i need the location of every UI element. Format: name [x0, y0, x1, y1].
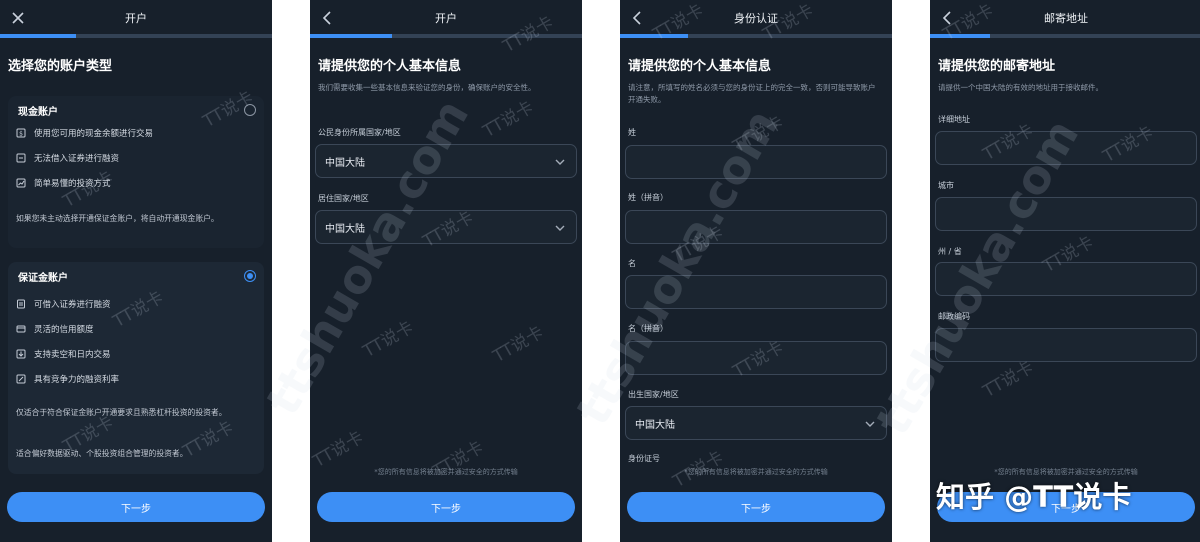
birth-country-select[interactable]: 中国大陆: [625, 406, 887, 440]
margin-account-title: 保证金账户: [18, 273, 68, 284]
top-bar: 开户: [310, 0, 582, 36]
top-bar: 邮寄地址: [930, 0, 1200, 36]
security-note: *您的所有信息将被加密并通过安全的方式传输: [684, 468, 828, 476]
back-icon[interactable]: [628, 8, 648, 28]
feature-item: 具有竞争力的融资利率: [16, 373, 119, 385]
progress-bar: [620, 34, 892, 38]
section-heading: 请提供您的个人基本信息: [318, 59, 462, 74]
back-icon[interactable]: [318, 8, 338, 28]
back-icon[interactable]: [938, 8, 958, 28]
field-label: 名: [628, 259, 636, 268]
top-bar: 身份认证: [620, 0, 892, 36]
cash-account-title: 现金账户: [18, 107, 58, 118]
cash-account-card[interactable]: 现金账户 $ 使用您可用的现金余额进行交易 无法借入证券进行融资 简单易懂的投资…: [8, 96, 264, 248]
next-button[interactable]: 下一步: [627, 492, 885, 522]
document-icon: [17, 299, 25, 309]
field-label: 身份证号: [628, 454, 660, 463]
residence-select[interactable]: 中国大陆: [315, 210, 577, 244]
province-input[interactable]: [935, 262, 1197, 296]
cash-icon: $: [16, 128, 26, 138]
field-label: 名（拼音）: [628, 324, 668, 333]
section-description: 我们需要收集一些基本信息来验证您的身份，确保账户的安全性。: [318, 83, 536, 92]
chevron-down-icon: [555, 159, 565, 165]
feature-item: $ 使用您可用的现金余额进行交易: [16, 127, 153, 139]
cash-account-note: 如果您未主动选择开通保证金账户，将自动开通现金账户。: [16, 214, 219, 223]
arrow-down-icon: [16, 349, 26, 359]
surname-input[interactable]: [625, 145, 887, 179]
close-icon[interactable]: [8, 8, 28, 28]
chart-icon: [16, 178, 26, 188]
section-heading: 请提供您的邮寄地址: [938, 59, 1056, 74]
field-label: 居住国家/地区: [318, 194, 369, 203]
margin-account-note: 适合偏好数据驱动、个股投资组合管理的投资者。: [16, 449, 188, 458]
progress-bar: [0, 34, 272, 38]
given-name-input[interactable]: [625, 275, 887, 309]
zhihu-watermark: 知乎 @TT说卡: [936, 480, 1132, 514]
minus-box-icon: [16, 153, 26, 163]
next-button[interactable]: 下一步: [317, 492, 575, 522]
feature-item: 简单易懂的投资方式: [16, 177, 111, 189]
field-label: 城市: [938, 181, 954, 190]
margin-account-note: 仅适合于符合保证金账户开通要求且熟悉杠杆投资的投资者。: [16, 408, 227, 417]
section-heading: 请提供您的个人基本信息: [628, 59, 772, 74]
credit-card-icon: [16, 325, 26, 333]
section-heading: 选择您的账户类型: [8, 59, 113, 74]
section-description: 请提供一个中国大陆的有效的地址用于接收邮件。: [938, 83, 1103, 92]
page-title: 开户: [125, 12, 147, 25]
page-title: 开户: [435, 12, 457, 25]
feature-item: 灵活的信用额度: [16, 323, 94, 335]
percent-icon: [16, 374, 26, 384]
chevron-down-icon: [865, 421, 875, 427]
surname-pinyin-input[interactable]: [625, 210, 887, 244]
page-title: 身份认证: [734, 12, 778, 25]
security-note: *您的所有信息将被加密并通过安全的方式传输: [374, 468, 518, 476]
screen-mailing-address: 邮寄地址 请提供您的邮寄地址 请提供一个中国大陆的有效的地址用于接收邮件。 详细…: [930, 0, 1200, 542]
svg-text:$: $: [19, 131, 23, 138]
feature-item: 支持卖空和日内交易: [16, 348, 111, 360]
margin-account-radio[interactable]: [244, 270, 256, 282]
page-title: 邮寄地址: [1044, 12, 1088, 25]
cash-account-radio[interactable]: [244, 104, 256, 116]
address-input[interactable]: [935, 131, 1197, 165]
field-label: 州 / 省: [938, 247, 962, 256]
citizenship-select[interactable]: 中国大陆: [315, 144, 577, 178]
next-button[interactable]: 下一步: [7, 492, 265, 522]
field-label: 邮政编码: [938, 312, 970, 321]
city-input[interactable]: [935, 197, 1197, 231]
section-description: 请注意，所填写的姓名必须与您的身份证上的完全一致，否则可能导致账户开通失败。: [628, 83, 876, 104]
top-bar: 开户: [0, 0, 272, 36]
field-label: 公民身份所属国家/地区: [318, 128, 401, 137]
field-label: 出生国家/地区: [628, 390, 679, 399]
feature-item: 可借入证券进行融资: [16, 298, 111, 310]
field-label: 姓: [628, 128, 636, 137]
feature-item: 无法借入证券进行融资: [16, 152, 119, 164]
screen-account-type: 开户 选择您的账户类型 现金账户 $ 使用您可用的现金余额进行交易 无法借入证券…: [0, 0, 272, 542]
chevron-down-icon: [555, 225, 565, 231]
field-label: 姓（拼音）: [628, 193, 668, 202]
margin-account-card[interactable]: 保证金账户 可借入证券进行融资 灵活的信用额度 支持卖空和日内交易 具有竞争力的…: [8, 262, 264, 474]
progress-bar: [310, 34, 582, 38]
screen-basic-info: 开户 请提供您的个人基本信息 我们需要收集一些基本信息来验证您的身份，确保账户的…: [310, 0, 582, 542]
postal-code-input[interactable]: [935, 328, 1197, 362]
screen-identity: 身份认证 请提供您的个人基本信息 请注意，所填写的姓名必须与您的身份证上的完全一…: [620, 0, 892, 542]
given-name-pinyin-input[interactable]: [625, 341, 887, 375]
field-label: 详细地址: [938, 115, 970, 124]
progress-bar: [930, 34, 1200, 38]
